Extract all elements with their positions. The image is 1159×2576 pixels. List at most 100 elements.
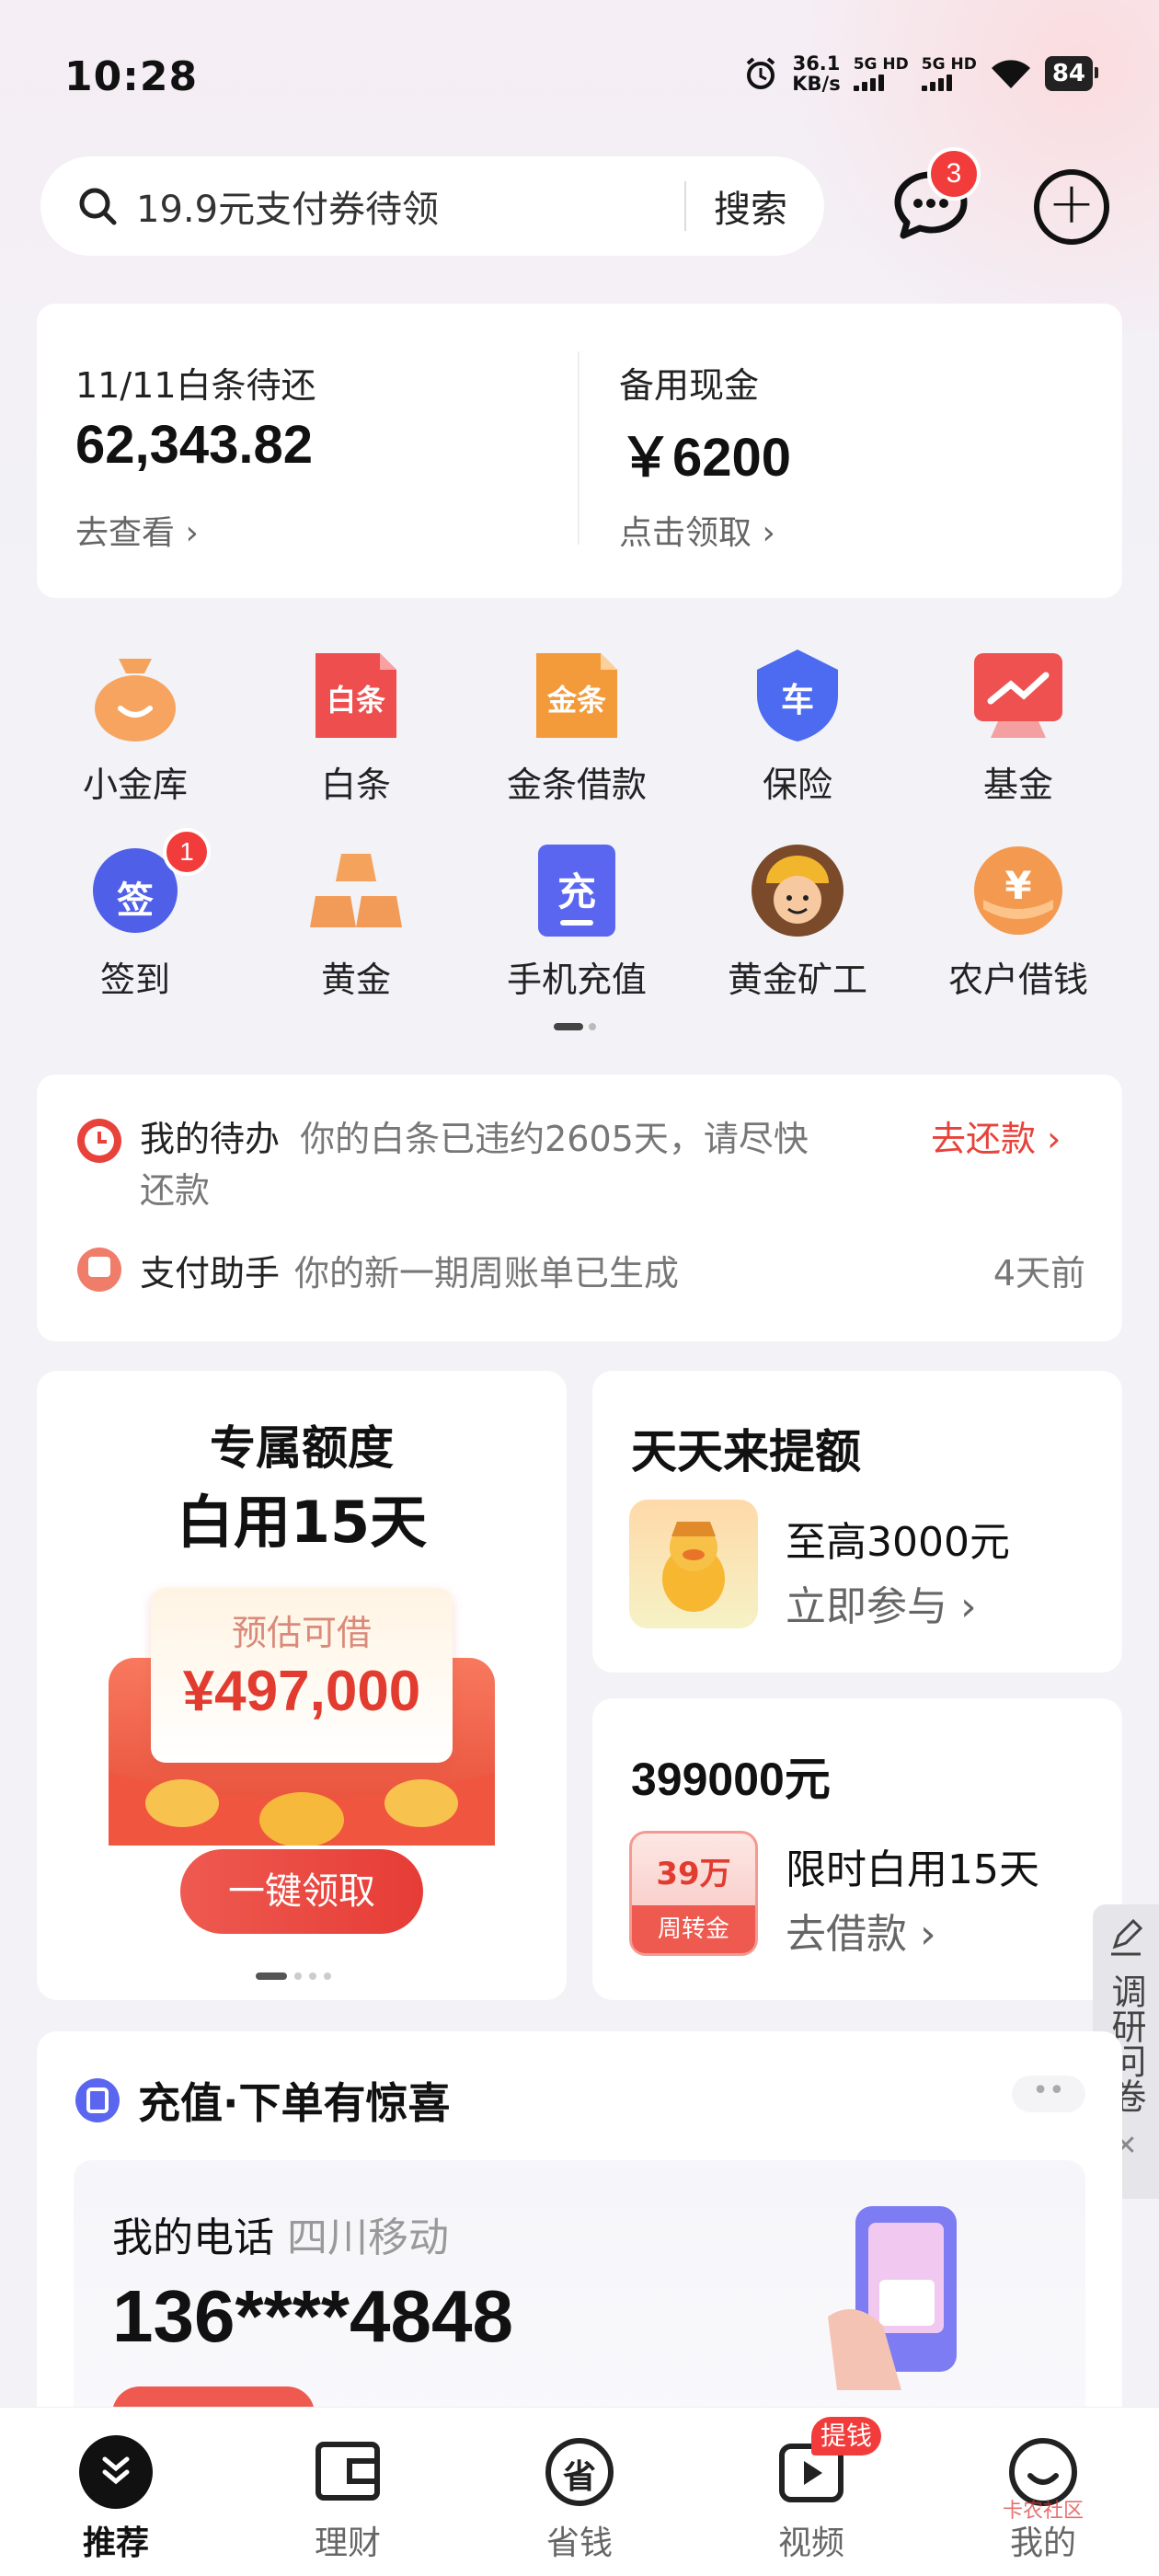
wallet-bag-icon (87, 648, 183, 743)
checkin-icon: 签 1 (87, 828, 211, 938)
baitiao-due-amount: 62,343.82 (75, 415, 314, 475)
promo-raise-line1: 至高3000元 (786, 1519, 1010, 1566)
promo-turnover-line1: 限时白用15天 (786, 1846, 1039, 1893)
grid-item-fund[interactable]: 基金 (926, 648, 1110, 807)
todo-row-payment-assistant[interactable]: 支付助手 你的新一期周账单已生成 4天前 (74, 1244, 1085, 1295)
grid-item-farmer-loan[interactable]: ¥ 农户借钱 (926, 843, 1110, 1002)
baitiao-view-link[interactable]: 去查看 › (75, 506, 199, 554)
status-time: 10:28 (64, 53, 199, 100)
save-money-icon: 省 (543, 2435, 616, 2509)
recharge-title: 充值·下单有惊喜 (138, 2078, 451, 2128)
wallet-icon (311, 2435, 384, 2509)
grid-label: 黄金矿工 (727, 960, 867, 1000)
duck-mascot-icon (629, 1500, 758, 1628)
chevron-right-icon: › (1047, 1119, 1061, 1159)
search-button[interactable]: 搜索 (714, 179, 787, 233)
fund-chart-icon (970, 648, 1066, 743)
gold-miner-avatar-icon (750, 843, 845, 938)
grid-item-xiaojinku[interactable]: 小金库 (43, 648, 227, 807)
video-badge: 提钱 (811, 2417, 881, 2455)
search-bar[interactable]: 19.9元支付券待领 搜索 (40, 156, 824, 256)
bottom-tab-bar: 推荐 理财 省 省钱 提钱 视频 我的 卡农社区 (0, 2407, 1159, 2576)
farmer-loan-icon: ¥ (970, 843, 1066, 938)
promo-credit-card[interactable]: 专属额度 白用15天 预估可借 ¥497,000 一键领取 (37, 1371, 567, 2000)
recharge-logo-icon (75, 2078, 120, 2122)
tab-video[interactable]: 提钱 视频 (747, 2417, 881, 2564)
search-placeholder[interactable]: 19.9元支付券待领 (136, 179, 684, 233)
phone-label-line: 我的电话 四川移动 (112, 2214, 449, 2261)
estimate-amount: ¥497,000 (182, 1660, 421, 1723)
search-divider (684, 181, 686, 231)
borrow-link[interactable]: 去借款 › (786, 1901, 936, 1960)
repay-link[interactable]: 去还款 › (931, 1113, 1061, 1165)
tab-finance[interactable]: 理财 (283, 2435, 412, 2564)
gold-bars-icon (308, 843, 404, 938)
backup-cash-amount: ￥6200 (619, 428, 792, 488)
grid-item-gold[interactable]: 黄金 (264, 843, 448, 1002)
signal-sim2: 5G HD (921, 56, 977, 91)
backup-cash-panel[interactable]: 备用现金 ￥6200 点击领取 › (619, 304, 1097, 598)
edit-pencil-icon (1111, 1918, 1143, 1956)
signal-bars-icon (921, 73, 952, 91)
message-badge: 3 (927, 147, 981, 201)
promo-page-indicator (256, 1972, 331, 1980)
promo-title: 专属额度 (210, 1421, 394, 1475)
estimate-label: 预估可借 (231, 1613, 372, 1653)
tab-save-money[interactable]: 省 省钱 (515, 2435, 644, 2564)
todo-title: 我的待办 (140, 1119, 281, 1159)
promo-raise-title: 天天来提额 (631, 1425, 861, 1478)
payment-assistant-icon (77, 1248, 121, 1292)
chevron-right-icon: › (960, 1583, 977, 1630)
grid-item-baitiao[interactable]: 白条 白条 (264, 648, 448, 807)
gold-coins-icon (109, 1772, 495, 1846)
grid-item-insurance[interactable]: 车 保险 (706, 648, 889, 807)
backup-cash-label: 备用现金 (619, 365, 760, 406)
grid-label: 小金库 (82, 765, 188, 805)
backup-cash-claim-link[interactable]: 点击领取 › (619, 506, 775, 554)
baitiao-due-label: 11/11白条待还 (75, 365, 316, 406)
todo-text: 你的白条已违约2605天，请尽快 (300, 1119, 809, 1159)
add-button[interactable]: + (1034, 169, 1109, 245)
video-play-icon: 提钱 (775, 2417, 881, 2509)
promo-turnover-card[interactable]: 399000元 39万 周转金 限时白用15天 去借款 › (592, 1698, 1122, 2000)
grid-item-gold-miner[interactable]: 黄金矿工 (706, 843, 889, 1002)
grid-item-phone-recharge[interactable]: 充 手机充值 (485, 843, 669, 1002)
plus-icon: + (1048, 169, 1096, 236)
panel-divider (578, 351, 580, 545)
home-chevron-icon (79, 2435, 153, 2509)
todo-row-repay[interactable]: 我的待办 你的白条已违约2605天，请尽快 还款 去还款 › (74, 1113, 1085, 1216)
checkin-badge: 1 (163, 828, 211, 876)
promo-raise-limit-card[interactable]: 天天来提额 至高3000元 立即参与 › (592, 1371, 1122, 1673)
grid-label: 白条 (320, 765, 391, 805)
chevron-right-icon: › (762, 514, 775, 552)
jintiao-icon: 金条 (529, 648, 625, 743)
chevron-right-icon: › (185, 514, 199, 552)
phone-recharge-icon: 充 (529, 843, 625, 938)
battery-icon: 84 (1044, 56, 1099, 91)
phone-number: 136****4848 (112, 2275, 513, 2357)
chevron-right-icon: › (920, 1911, 936, 1958)
todo-text-cont: 还款 (140, 1170, 211, 1211)
todo-card: 我的待办 你的白条已违约2605天，请尽快 还款 去还款 › 支付助手 你的新一… (37, 1075, 1122, 1341)
promo-raise-link[interactable]: 立即参与 › (786, 1573, 977, 1632)
message-button[interactable]: 3 (892, 147, 981, 245)
search-icon (79, 188, 117, 225)
claim-button[interactable]: 一键领取 (180, 1849, 423, 1934)
phone-hand-illustration-icon (828, 2206, 957, 2390)
carrier: 四川移动 (287, 2214, 449, 2261)
signal-bars-icon (853, 73, 884, 91)
more-dots-icon[interactable]: •• (1012, 2076, 1085, 2112)
status-icons: 36.1 KB/s 5G HD 5G HD 84 (742, 52, 1099, 95)
signal-sim1: 5G HD (853, 56, 909, 91)
grid-item-checkin[interactable]: 签 1 签到 (43, 828, 227, 1002)
insurance-shield-icon: 车 (750, 648, 845, 743)
grid-page-indicator (554, 1023, 596, 1030)
finance-card: 11/11白条待还 62,343.82 去查看 › 备用现金 ￥6200 点击领… (37, 304, 1122, 598)
network-speed: 36.1 KB/s (792, 52, 841, 95)
tab-recommend[interactable]: 推荐 (52, 2435, 180, 2564)
todo-time: 4天前 (993, 1252, 1085, 1294)
promo-subtitle: 白用15天 (176, 1489, 428, 1556)
grid-item-jintiao-loan[interactable]: 金条 金条借款 (485, 648, 669, 807)
watermark-text: 卡农社区 (1003, 2500, 1084, 2523)
baitiao-due-panel[interactable]: 11/11白条待还 62,343.82 去查看 › (75, 304, 554, 598)
